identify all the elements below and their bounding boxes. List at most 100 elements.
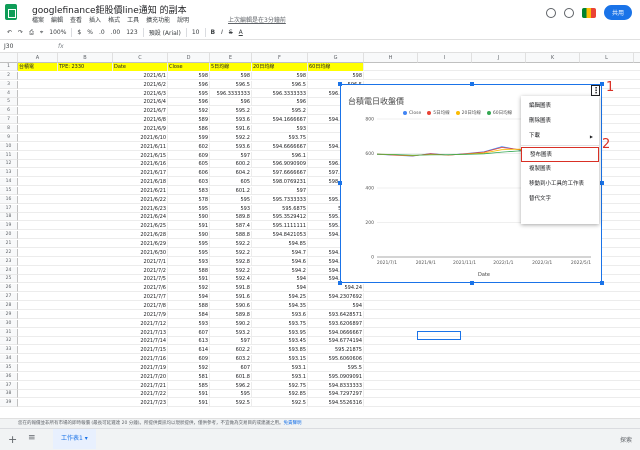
header-cell[interactable]: Close <box>168 63 210 71</box>
decrease-decimal-button[interactable]: .0 <box>98 29 106 36</box>
data-cell[interactable]: 596.5 <box>210 80 252 89</box>
data-cell[interactable]: 595.1111111 <box>252 222 308 231</box>
data-cell[interactable]: 601.2 <box>210 186 252 195</box>
column-header-g[interactable]: G <box>308 53 364 63</box>
data-cell[interactable]: 595.5 <box>308 363 364 372</box>
row-header[interactable]: 9 <box>0 133 18 142</box>
text-color-button[interactable]: A <box>238 29 244 36</box>
data-cell[interactable]: 593.1 <box>252 363 308 372</box>
data-cell[interactable]: 2021/6/3 <box>113 89 168 98</box>
data-cell[interactable]: 598 <box>210 71 252 80</box>
data-cell[interactable]: 591 <box>168 399 210 408</box>
row-header[interactable]: 17 <box>0 204 18 213</box>
header-cell[interactable]: 60日均線 <box>308 63 364 71</box>
data-cell[interactable]: 601.8 <box>210 372 252 381</box>
row-header[interactable]: 4 <box>0 89 18 98</box>
data-cell[interactable]: 594.1666667 <box>252 116 308 125</box>
row-header[interactable]: 1 <box>0 63 18 71</box>
row-header[interactable]: 25 <box>0 275 18 284</box>
disclaimer-link[interactable]: 免責聲明 <box>284 421 302 426</box>
data-cell[interactable]: 596.9090909 <box>252 160 308 169</box>
data-cell[interactable]: 591 <box>168 390 210 399</box>
data-cell[interactable]: 2021/6/25 <box>113 222 168 231</box>
data-cell[interactable]: 594.25 <box>252 293 308 302</box>
data-cell[interactable]: 594.8421053 <box>252 231 308 240</box>
data-cell[interactable]: 598 <box>252 71 308 80</box>
data-cell[interactable]: 607 <box>168 328 210 337</box>
data-cell[interactable]: 594.6774194 <box>308 337 364 346</box>
data-cell[interactable]: 585 <box>168 381 210 390</box>
name-box[interactable]: J30 <box>4 43 13 50</box>
data-cell[interactable]: 598 <box>168 71 210 80</box>
data-cell[interactable]: 595 <box>168 248 210 257</box>
data-cell[interactable]: 595.21875 <box>308 346 364 355</box>
header-cell[interactable]: Date <box>113 63 168 71</box>
data-cell[interactable]: 2021/6/15 <box>113 151 168 160</box>
data-cell[interactable]: 594.0666667 <box>308 328 364 337</box>
data-cell[interactable]: 2021/6/2 <box>113 80 168 89</box>
data-cell[interactable]: 604.2 <box>210 169 252 178</box>
data-cell[interactable]: 593.75 <box>252 319 308 328</box>
data-cell[interactable]: 595 <box>168 204 210 213</box>
column-header-d[interactable]: D <box>168 53 210 63</box>
menu-format[interactable]: 格式 <box>108 15 120 24</box>
data-cell[interactable]: 590 <box>168 213 210 222</box>
data-cell[interactable]: 593.75 <box>252 133 308 142</box>
data-cell[interactable]: 590.2 <box>210 319 252 328</box>
data-cell[interactable]: 2021/6/10 <box>113 133 168 142</box>
data-cell[interactable]: 593.45 <box>252 337 308 346</box>
data-cell[interactable]: 594.85 <box>252 240 308 248</box>
menu-item-alt-text[interactable]: 替代文字 <box>521 192 599 207</box>
data-cell[interactable]: 2021/7/22 <box>113 390 168 399</box>
star-icon[interactable]: ☆ <box>140 3 147 12</box>
data-cell[interactable]: 595.7333333 <box>252 195 308 204</box>
data-cell[interactable]: 614 <box>168 346 210 355</box>
column-header-b[interactable]: B <box>58 53 113 63</box>
data-cell[interactable]: 587.4 <box>210 222 252 231</box>
data-cell[interactable]: 592.75 <box>252 381 308 390</box>
data-cell[interactable]: 595 <box>168 240 210 248</box>
row-header[interactable]: 13 <box>0 169 18 178</box>
column-header-h[interactable]: H <box>364 53 418 63</box>
menu-item-move-to-sheet[interactable]: 移動到小工具的工作表 <box>521 177 599 192</box>
data-cell[interactable]: 595.6060606 <box>308 355 364 364</box>
row-header[interactable]: 11 <box>0 151 18 160</box>
row-header[interactable]: 23 <box>0 257 18 266</box>
row-header[interactable]: 5 <box>0 98 18 107</box>
column-header-f[interactable]: F <box>252 53 308 63</box>
data-cell[interactable]: 600.2 <box>210 160 252 169</box>
data-cell[interactable]: 2021/6/18 <box>113 178 168 187</box>
row-header[interactable]: 22 <box>0 248 18 257</box>
row-header[interactable]: 28 <box>0 301 18 310</box>
data-cell[interactable]: 591.6 <box>210 293 252 302</box>
data-cell[interactable]: 594.6 <box>252 257 308 266</box>
data-cell[interactable]: 588 <box>168 266 210 275</box>
data-cell[interactable]: 593.6428571 <box>308 310 364 319</box>
last-edit-link[interactable]: 上次編輯是在3分鐘前 <box>228 15 286 24</box>
column-header-i[interactable]: I <box>418 53 472 63</box>
data-cell[interactable]: 2021/7/6 <box>113 284 168 293</box>
column-header-a[interactable]: A <box>18 53 58 63</box>
data-cell[interactable]: 2021/6/11 <box>113 142 168 151</box>
header-cell[interactable]: TPE: 2330 <box>58 63 113 71</box>
data-cell[interactable]: 589 <box>168 116 210 125</box>
data-cell[interactable]: 603 <box>168 178 210 187</box>
menu-help[interactable]: 說明 <box>177 15 189 24</box>
data-cell[interactable]: 596 <box>168 98 210 107</box>
menu-edit[interactable]: 編輯 <box>51 15 63 24</box>
header-cell[interactable]: 5日均線 <box>210 63 252 71</box>
column-header-m[interactable]: M <box>634 53 640 63</box>
menu-tools[interactable]: 工具 <box>127 15 139 24</box>
data-cell[interactable]: 2021/6/16 <box>113 160 168 169</box>
data-cell[interactable]: 2021/6/30 <box>113 248 168 257</box>
data-cell[interactable]: 2021/7/20 <box>113 372 168 381</box>
currency-format-button[interactable]: $ <box>76 29 82 36</box>
data-cell[interactable]: 593.95 <box>252 328 308 337</box>
row-header[interactable]: 19 <box>0 222 18 231</box>
data-cell[interactable]: 2021/6/29 <box>113 240 168 248</box>
row-header[interactable]: 7 <box>0 116 18 125</box>
column-header-e[interactable]: E <box>210 53 252 63</box>
data-cell[interactable]: 593.6 <box>210 142 252 151</box>
undo-icon[interactable]: ↶ <box>6 29 13 36</box>
data-cell[interactable]: 584 <box>168 310 210 319</box>
